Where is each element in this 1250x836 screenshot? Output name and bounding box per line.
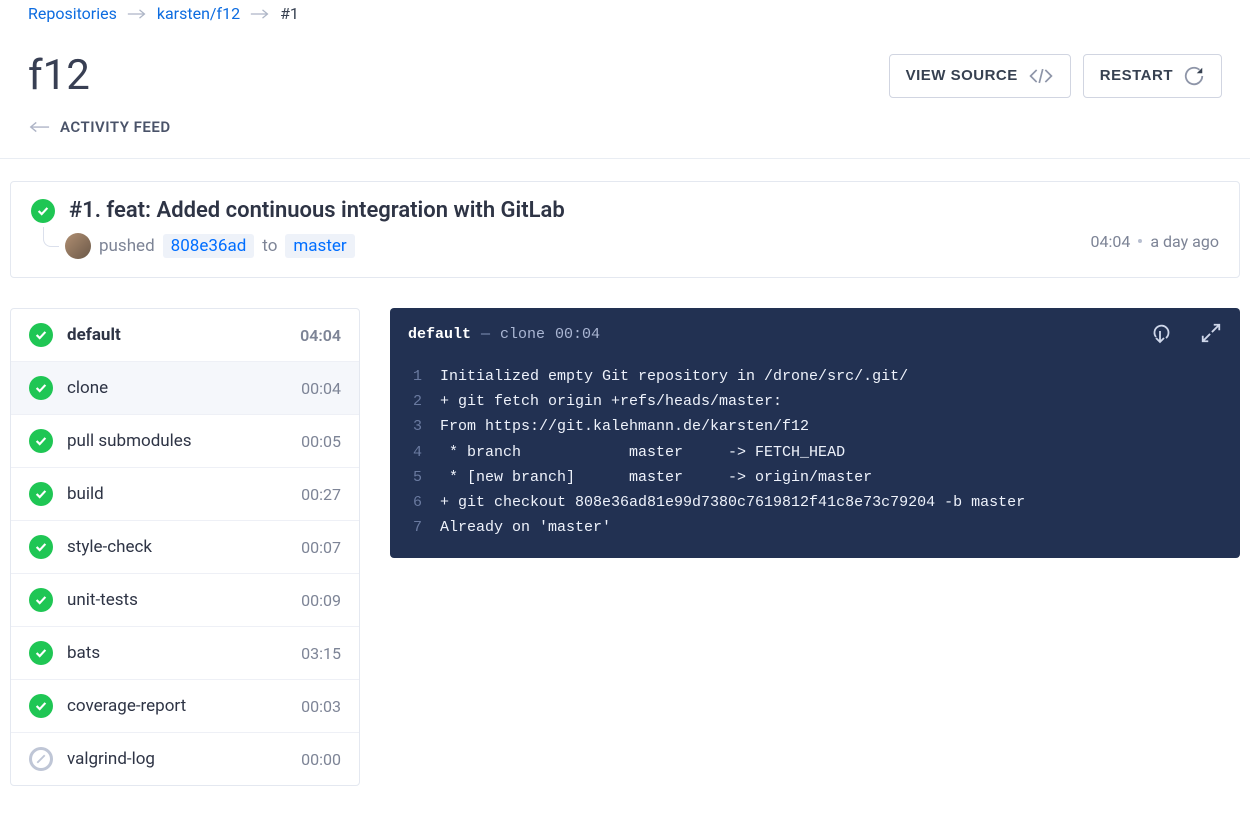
- status-success-icon: [29, 323, 53, 347]
- step-row[interactable]: coverage-report 00:03: [11, 680, 359, 733]
- separator-dot: [1138, 239, 1142, 243]
- code-icon: [1028, 66, 1054, 86]
- log-line: 2 + git fetch origin +refs/heads/master:: [408, 389, 1222, 414]
- step-time: 04:04: [300, 326, 341, 345]
- breadcrumbs: Repositories karsten/f12 #1: [0, 0, 1250, 23]
- log-line: 7 Already on 'master': [408, 515, 1222, 540]
- console-duration: 00:04: [555, 326, 600, 343]
- step-row[interactable]: clone 00:04: [11, 362, 359, 415]
- status-success-icon: [29, 429, 53, 453]
- line-number: 4: [408, 440, 422, 465]
- build-title: #1. feat: Added continuous integration w…: [69, 198, 565, 223]
- line-number: 7: [408, 515, 422, 540]
- log-line: 5 * [new branch] master -> origin/master: [408, 465, 1222, 490]
- step-name: bats: [67, 643, 287, 663]
- step-name: valgrind-log: [67, 749, 287, 769]
- console-stage: default: [408, 326, 471, 343]
- status-success-icon: [29, 641, 53, 665]
- branch-link[interactable]: master: [285, 234, 354, 258]
- console-dash: —: [481, 326, 490, 343]
- line-number: 6: [408, 490, 422, 515]
- log-line: 6 + git checkout 808e36ad81e99d7380c76198…: [408, 490, 1222, 515]
- step-time: 00:04: [301, 379, 341, 398]
- step-name: clone: [67, 378, 287, 398]
- step-row[interactable]: bats 03:15: [11, 627, 359, 680]
- step-row[interactable]: unit-tests 00:09: [11, 574, 359, 627]
- activity-feed-label: ACTIVITY FEED: [60, 118, 171, 136]
- view-source-button[interactable]: VIEW SOURCE: [889, 54, 1071, 98]
- step-time: 00:00: [301, 750, 341, 769]
- status-skipped-icon: [29, 747, 53, 771]
- commit-link[interactable]: 808e36ad: [163, 234, 255, 258]
- step-name: style-check: [67, 537, 287, 557]
- breadcrumb-current: #1: [280, 4, 299, 23]
- view-source-label: VIEW SOURCE: [906, 67, 1018, 84]
- status-success-icon: [29, 535, 53, 559]
- status-success-icon: [29, 482, 53, 506]
- step-name: coverage-report: [67, 696, 287, 716]
- build-time: 04:04: [1091, 232, 1131, 251]
- step-time: 00:03: [301, 697, 341, 716]
- step-time: 00:07: [301, 538, 341, 557]
- step-name: unit-tests: [67, 590, 287, 610]
- step-name: build: [67, 484, 287, 504]
- restart-label: RESTART: [1100, 67, 1173, 84]
- status-success-icon: [29, 694, 53, 718]
- pushed-label: pushed: [99, 236, 155, 256]
- log-line: 4 * branch master -> FETCH_HEAD: [408, 440, 1222, 465]
- to-label: to: [262, 236, 277, 256]
- activity-feed-link[interactable]: ACTIVITY FEED: [0, 118, 1250, 158]
- page-title: f12: [28, 51, 90, 100]
- arrow-right-icon: [250, 8, 270, 20]
- avatar: [65, 233, 91, 259]
- build-summary-card: #1. feat: Added continuous integration w…: [10, 181, 1240, 278]
- breadcrumb-repositories[interactable]: Repositories: [28, 4, 117, 23]
- console-step: clone: [500, 326, 545, 343]
- status-success-icon: [29, 376, 53, 400]
- log-text: * [new branch] master -> origin/master: [440, 465, 872, 490]
- console-body: 1 Initialized empty Git repository in /dr…: [390, 360, 1240, 558]
- refresh-icon: [1183, 65, 1205, 87]
- step-name: default: [67, 325, 286, 345]
- step-time: 00:27: [301, 485, 341, 504]
- step-row[interactable]: valgrind-log 00:00: [11, 733, 359, 785]
- restart-button[interactable]: RESTART: [1083, 54, 1222, 98]
- step-row[interactable]: build 00:27: [11, 468, 359, 521]
- step-name: pull submodules: [67, 431, 287, 451]
- log-line: 1 Initialized empty Git repository in /dr…: [408, 364, 1222, 389]
- breadcrumb-repo[interactable]: karsten/f12: [157, 4, 240, 23]
- arrow-left-icon: [28, 121, 50, 133]
- stage-row[interactable]: default 04:04: [11, 309, 359, 362]
- line-number: 2: [408, 389, 422, 414]
- step-time: 03:15: [301, 644, 341, 663]
- thread-line: [43, 227, 59, 247]
- log-line: 3 From https://git.kalehmann.de/karsten/f…: [408, 414, 1222, 439]
- log-text: + git checkout 808e36ad81e99d7380c761981…: [440, 490, 1025, 515]
- step-time: 00:09: [301, 591, 341, 610]
- log-text: * branch master -> FETCH_HEAD: [440, 440, 845, 465]
- download-icon[interactable]: [1148, 322, 1172, 346]
- status-success-icon: [29, 588, 53, 612]
- step-row[interactable]: style-check 00:07: [11, 521, 359, 574]
- log-text: Already on 'master': [440, 515, 611, 540]
- line-number: 3: [408, 414, 422, 439]
- log-text: + git fetch origin +refs/heads/master:: [440, 389, 782, 414]
- expand-icon[interactable]: [1200, 322, 1222, 344]
- build-relative-time: a day ago: [1150, 232, 1219, 251]
- log-text: Initialized empty Git repository in /dro…: [440, 364, 908, 389]
- steps-panel: default 04:04 clone 00:04 pull submodules 00:…: [10, 308, 360, 786]
- arrow-right-icon: [127, 8, 147, 20]
- step-time: 00:05: [301, 432, 341, 451]
- status-success-icon: [31, 199, 55, 223]
- log-text: From https://git.kalehmann.de/karsten/f1…: [440, 414, 809, 439]
- line-number: 1: [408, 364, 422, 389]
- line-number: 5: [408, 465, 422, 490]
- step-row[interactable]: pull submodules 00:05: [11, 415, 359, 468]
- console-panel: default — clone 00:04 1 Initialized empty…: [390, 308, 1240, 558]
